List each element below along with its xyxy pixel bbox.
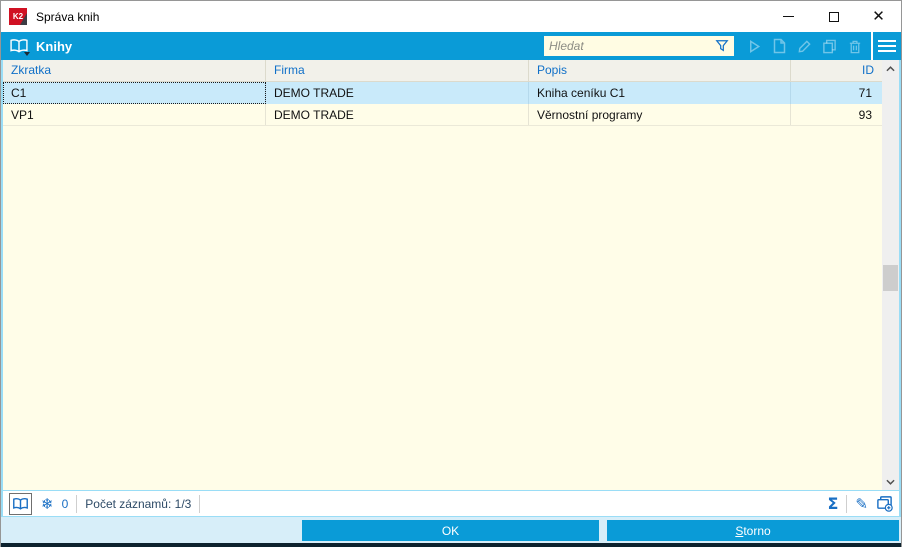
search-input[interactable] xyxy=(549,39,715,53)
column-header-id[interactable]: ID xyxy=(791,60,882,81)
delete-trash-icon xyxy=(842,33,867,59)
cell-firma[interactable]: DEMO TRADE xyxy=(266,104,529,125)
minimize-button[interactable] xyxy=(766,1,811,32)
page-title: Knihy xyxy=(36,38,73,54)
table-row-selected[interactable]: C1 DEMO TRADE Kniha ceníku C1 71 xyxy=(3,82,882,104)
maximize-button[interactable] xyxy=(811,1,856,32)
scrollbar-thumb[interactable] xyxy=(883,265,898,291)
scroll-up-icon[interactable] xyxy=(882,60,899,77)
close-button[interactable]: ✕ xyxy=(856,1,901,32)
column-header-zkratka[interactable]: Zkratka xyxy=(3,60,266,81)
copy-icon xyxy=(817,33,842,59)
storno-button[interactable]: Storno xyxy=(607,520,899,541)
sum-sigma-icon[interactable]: Σ xyxy=(827,494,838,513)
cell-popis[interactable]: Kniha ceníku C1 xyxy=(529,82,791,104)
open-book-icon xyxy=(9,38,30,56)
close-icon: ✕ xyxy=(872,8,885,25)
cell-popis[interactable]: Věrnostní programy xyxy=(529,104,791,125)
book-view-button[interactable] xyxy=(9,492,32,515)
table-header-row: Zkratka Firma Popis ID xyxy=(3,60,882,82)
content-frame: Zkratka Firma Popis ID C1 DEMO TRADE Kni… xyxy=(1,60,901,517)
window-title: Správa knih xyxy=(36,9,100,24)
search-box[interactable] xyxy=(544,36,734,56)
table-area: Zkratka Firma Popis ID C1 DEMO TRADE Kni… xyxy=(3,60,899,490)
vertical-scrollbar[interactable] xyxy=(882,60,899,490)
cell-zkratka[interactable]: VP1 xyxy=(3,104,266,125)
edit-pencil-icon[interactable]: ✎ xyxy=(855,495,868,513)
minimize-icon xyxy=(783,16,794,17)
ok-button[interactable]: OK xyxy=(302,520,599,541)
record-count-label: Počet záznamů: 1/3 xyxy=(85,496,192,511)
divider xyxy=(76,494,78,513)
title-bar: K2 Správa knih ✕ xyxy=(1,1,901,32)
status-bar: ❄ 0 Počet záznamů: 1/3 Σ ✎ xyxy=(3,490,899,517)
maximize-icon xyxy=(828,11,839,22)
frozen-count: 0 xyxy=(61,496,69,511)
chevron-down-icon xyxy=(24,52,30,56)
scroll-down-icon[interactable] xyxy=(882,473,899,490)
column-header-popis[interactable]: Popis xyxy=(529,60,791,81)
divider xyxy=(199,494,201,513)
new-document-icon xyxy=(767,33,792,59)
snowflake-icon[interactable]: ❄ xyxy=(41,495,54,513)
cell-id[interactable]: 71 xyxy=(791,82,882,104)
open-book-icon xyxy=(13,497,28,510)
copy-add-icon[interactable] xyxy=(876,495,893,512)
footer-bar: OK Storno xyxy=(1,517,901,543)
cell-firma[interactable]: DEMO TRADE xyxy=(266,82,529,104)
divider xyxy=(846,494,848,513)
app-window: K2 Správa knih ✕ Knihy Hledat Zkratka Fi… xyxy=(0,0,902,547)
table-row[interactable]: VP1 DEMO TRADE Věrnostní programy 93 xyxy=(3,104,882,126)
app-bar: Knihy xyxy=(1,32,901,60)
edit-pencil-icon xyxy=(792,33,817,59)
books-table: Zkratka Firma Popis ID C1 DEMO TRADE Kni… xyxy=(3,60,882,490)
hamburger-menu-icon[interactable] xyxy=(871,32,901,60)
table-empty-area xyxy=(3,126,882,490)
k2-logo-icon: K2 xyxy=(9,8,27,25)
cell-zkratka[interactable]: C1 xyxy=(3,82,266,104)
run-icon xyxy=(742,33,767,59)
cell-id[interactable]: 93 xyxy=(791,104,882,125)
filter-funnel-icon[interactable] xyxy=(715,39,729,53)
column-header-firma[interactable]: Firma xyxy=(266,60,529,81)
window-bottom-edge xyxy=(1,543,901,547)
